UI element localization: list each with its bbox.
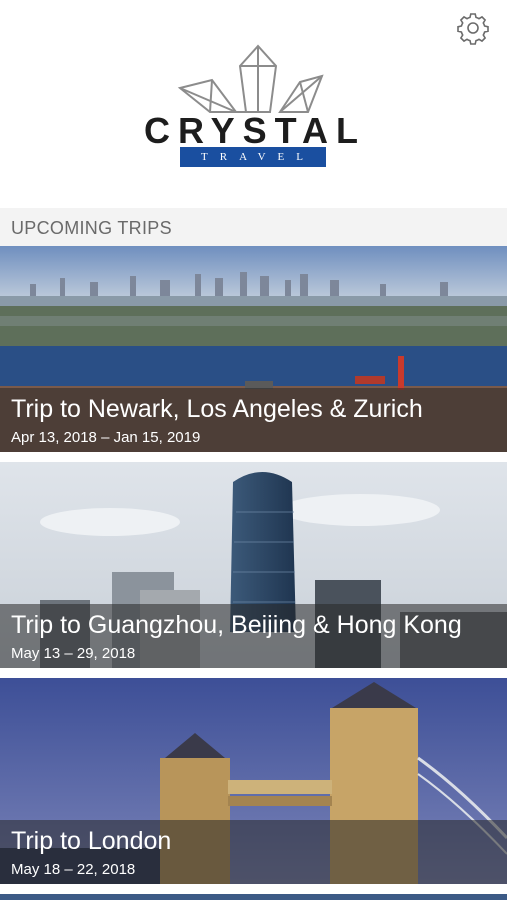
brand-subtitle: TRAVEL: [180, 147, 326, 167]
trip-caption: Trip to Newark, Los Angeles & Zurich Apr…: [0, 388, 507, 452]
trip-card[interactable]: Trip to London May 18 – 22, 2018: [0, 678, 507, 884]
trip-dates: May 13 – 29, 2018: [11, 645, 136, 662]
trip-dates: May 18 – 22, 2018: [11, 861, 136, 878]
app-header: CRYSTAL TRAVEL: [0, 0, 507, 208]
trip-dates: Apr 13, 2018 – Jan 15, 2019: [11, 429, 201, 446]
crystal-travel-logo: CRYSTAL TRAVEL: [140, 40, 370, 170]
gear-icon[interactable]: [456, 11, 490, 45]
trip-title: Trip to Guangzhou, Beijing & Hong Kong: [11, 611, 462, 639]
brand-name: CRYSTAL: [144, 110, 366, 151]
trip-title: Trip to London: [11, 827, 172, 855]
trip-card[interactable]: Trip to Guangzhou, Beijing & Hong Kong M…: [0, 462, 507, 668]
crystal-logo-mark: [177, 44, 324, 113]
trip-card[interactable]: Trip to Newark, Los Angeles & Zurich Apr…: [0, 246, 507, 452]
trip-caption: Trip to London May 18 – 22, 2018: [0, 820, 507, 884]
section-header: UPCOMING TRIPS: [0, 208, 507, 246]
trip-title: Trip to Newark, Los Angeles & Zurich: [11, 395, 423, 423]
trip-caption: Trip to Guangzhou, Beijing & Hong Kong M…: [0, 604, 507, 668]
next-trip-card-edge[interactable]: [0, 894, 507, 900]
section-title: UPCOMING TRIPS: [11, 218, 172, 238]
